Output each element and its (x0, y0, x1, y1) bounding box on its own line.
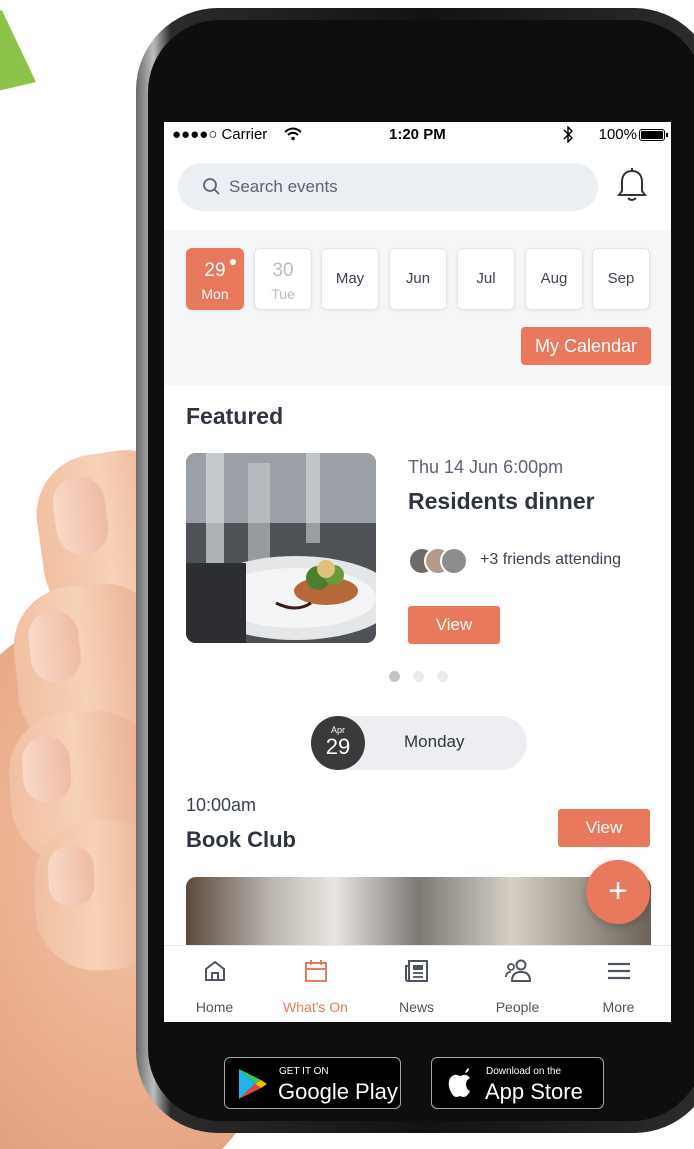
carousel-dot[interactable] (413, 671, 424, 682)
featured-heading: Featured (186, 403, 284, 429)
marketing-mockup: ●●●●○ Carrier 1:20 PM 100% Search events (0, 0, 694, 1149)
carousel-dot[interactable] (437, 671, 448, 682)
featured-event-image[interactable] (186, 453, 376, 643)
day-badge: Apr 29 (311, 716, 365, 770)
month-label: Sep (607, 270, 635, 287)
tab-label: More (602, 999, 635, 1015)
battery-label: 100% (598, 126, 637, 143)
attendee-avatars (408, 547, 470, 575)
status-bar: ●●●●○ Carrier 1:20 PM 100% (164, 122, 671, 148)
menu-icon (608, 962, 630, 980)
app-screen: ●●●●○ Carrier 1:20 PM 100% Search events (164, 122, 671, 1022)
tab-label: News (398, 999, 434, 1015)
carousel-dot[interactable] (389, 671, 400, 682)
home-icon (205, 960, 225, 981)
bell-icon[interactable] (614, 166, 650, 204)
month-chip-jul[interactable]: Jul (457, 248, 515, 310)
day-header: Apr 29 Monday (311, 716, 527, 770)
search-input[interactable]: Search events (178, 163, 598, 211)
date-chip-30[interactable]: 30 Tue (254, 248, 312, 310)
google-play-badge[interactable]: GET IT ON Google Play (224, 1057, 401, 1109)
featured-event-name: Residents dinner (408, 488, 595, 514)
bluetooth-icon (563, 126, 573, 143)
event-view-button[interactable]: View (558, 809, 650, 847)
search-placeholder: Search events (229, 177, 338, 196)
events-content: Featured Thu 14 Jun 6:00pm Residents din… (164, 385, 671, 957)
clock-label: 1:20 PM (389, 126, 446, 143)
carousel-dots (389, 671, 449, 683)
month-chip-may[interactable]: May (321, 248, 379, 310)
tab-people[interactable]: People (467, 946, 568, 1022)
day-badge-day: 29 (325, 734, 351, 759)
event-name: Book Club (186, 827, 296, 852)
avatar (440, 547, 468, 575)
tab-label: People (495, 999, 540, 1015)
green-decoration (0, 10, 36, 100)
search-header: Search events (164, 148, 671, 230)
tab-label: What's On (283, 999, 348, 1015)
month-label: Jul (476, 270, 496, 287)
app-store-small-text: Download on the (486, 1066, 562, 1077)
battery-icon (639, 129, 668, 141)
event-time: 10:00am (186, 795, 257, 815)
tab-bar: Home What's On News People More (164, 945, 671, 1022)
google-play-icon (239, 1069, 267, 1099)
date-chip-29[interactable]: 29 Mon (186, 248, 244, 310)
apple-icon (448, 1068, 470, 1097)
app-store-badge[interactable]: Download on the App Store (431, 1057, 604, 1109)
month-label: Aug (540, 270, 568, 287)
event-dot (230, 259, 236, 265)
calendar-icon (305, 960, 327, 982)
wifi-icon (284, 127, 302, 141)
date-strip: 29 Mon 30 Tue May Jun Jul Aug Sep My Cal… (164, 230, 671, 385)
month-label: Jun (405, 270, 431, 287)
google-play-big-text: Google Play (278, 1079, 398, 1104)
tab-news[interactable]: News (366, 946, 467, 1022)
month-chip-jun[interactable]: Jun (389, 248, 447, 310)
tab-home[interactable]: Home (164, 946, 265, 1022)
tab-more[interactable]: More (568, 946, 669, 1022)
date-number: 30 (272, 260, 294, 281)
tab-whats-on[interactable]: What's On (265, 946, 366, 1022)
month-chip-aug[interactable]: Aug (525, 248, 583, 310)
month-label: May (335, 270, 365, 287)
featured-view-button[interactable]: View (408, 606, 500, 644)
dinner-plate-illustration (186, 453, 376, 643)
add-event-button[interactable]: + (586, 860, 650, 924)
date-day: Mon (201, 286, 229, 302)
day-header-weekday: Monday (404, 732, 465, 751)
people-icon (505, 959, 531, 982)
my-calendar-button[interactable]: My Calendar (521, 327, 651, 365)
month-chip-sep[interactable]: Sep (592, 248, 650, 310)
date-day: Tue (271, 286, 295, 302)
google-play-small-text: GET IT ON (279, 1066, 329, 1077)
friends-attending-label: +3 friends attending (480, 551, 621, 568)
newspaper-icon (405, 960, 428, 982)
search-icon (203, 178, 220, 195)
featured-event-date: Thu 14 Jun 6:00pm (408, 457, 564, 477)
app-store-big-text: App Store (485, 1079, 583, 1104)
tab-label: Home (195, 999, 234, 1015)
carrier-label: ●●●●○ Carrier (172, 126, 268, 143)
